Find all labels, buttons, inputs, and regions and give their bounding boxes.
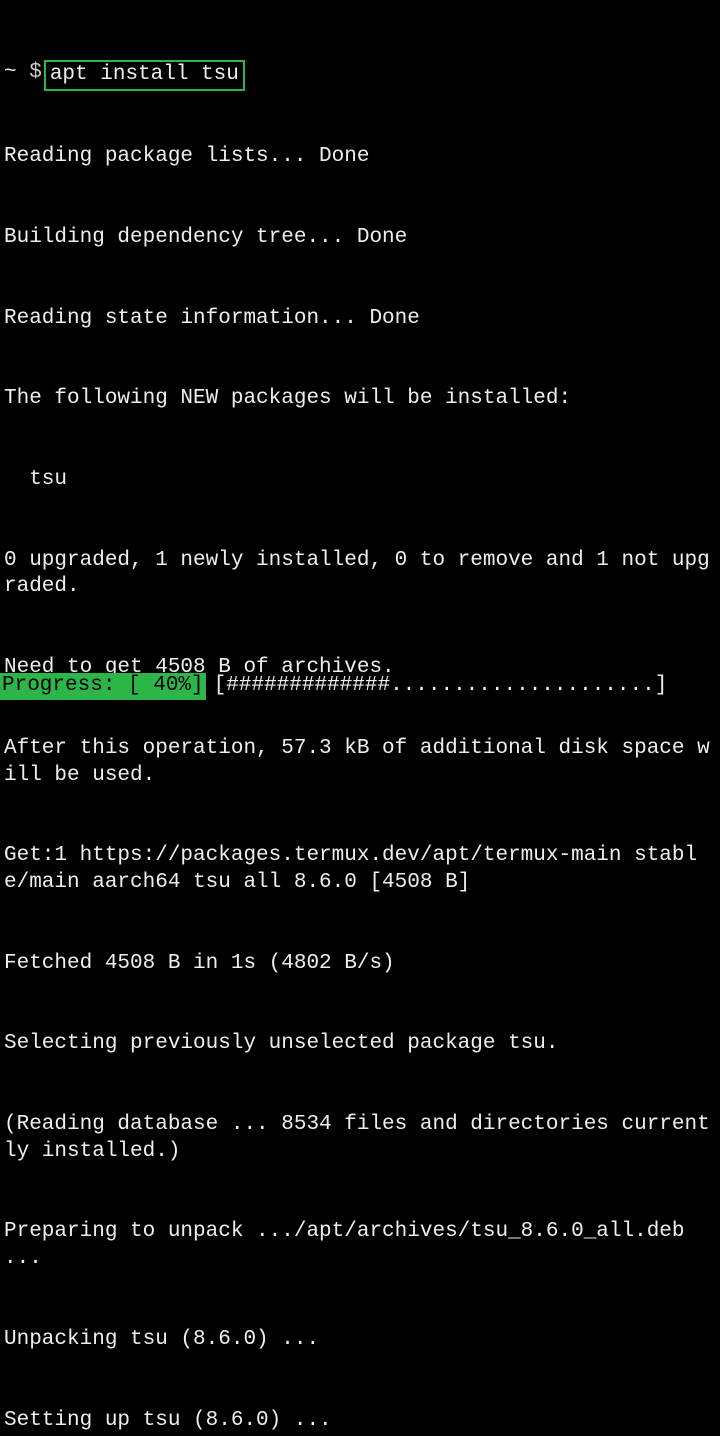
progress-row: Progress: [ 40%] [#############.........… <box>0 673 720 700</box>
progress-label: Progress: [ 40%] <box>0 673 206 700</box>
output-line: Reading package lists... Done <box>4 144 716 171</box>
command-highlight-box: apt install tsu <box>44 60 245 91</box>
output-line: Setting up tsu (8.6.0) ... <box>4 1408 716 1435</box>
prompt-dollar: $ <box>29 60 42 87</box>
output-line: Unpacking tsu (8.6.0) ... <box>4 1327 716 1354</box>
output-line: Selecting previously unselected package … <box>4 1031 716 1058</box>
output-line: Building dependency tree... Done <box>4 225 716 252</box>
output-line: (Reading database ... 8534 files and dir… <box>4 1112 716 1166</box>
output-line: Get:1 https://packages.termux.dev/apt/te… <box>4 843 716 897</box>
output-line: Fetched 4508 B in 1s (4802 B/s) <box>4 951 716 978</box>
output-line: Preparing to unpack .../apt/archives/tsu… <box>4 1219 716 1273</box>
output-line: After this operation, 57.3 kB of additio… <box>4 736 716 790</box>
output-line: tsu <box>4 467 716 494</box>
prompt-line: ~ $ apt install tsu <box>4 60 716 91</box>
output-line: The following NEW packages will be insta… <box>4 386 716 413</box>
progress-bar: [#############.....................] <box>214 673 668 700</box>
command-text: apt install tsu <box>50 63 239 86</box>
output-line: 0 upgraded, 1 newly installed, 0 to remo… <box>4 548 716 602</box>
output-line: Reading state information... Done <box>4 306 716 333</box>
prompt-tilde: ~ <box>4 60 17 87</box>
terminal-output[interactable]: ~ $ apt install tsu Reading package list… <box>4 6 716 1436</box>
